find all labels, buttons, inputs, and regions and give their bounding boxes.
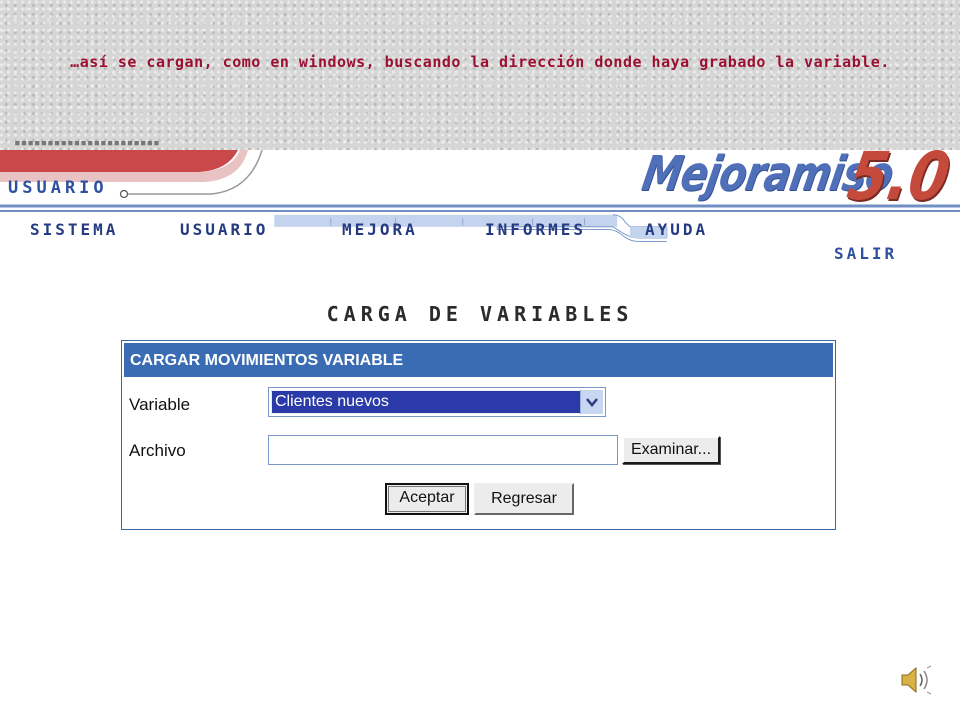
menu-sistema[interactable]: SISTEMA [30, 220, 118, 239]
form-header: CARGAR MOVIMIENTOS VARIABLE [124, 343, 833, 377]
menu-usuario[interactable]: USUARIO [180, 220, 268, 239]
file-path-input[interactable] [268, 435, 618, 465]
variable-select[interactable]: Clientes nuevos [268, 387, 606, 417]
caption-banner: …así se cargan, como en windows, buscand… [0, 0, 960, 150]
caption-text: …así se cargan, como en windows, buscand… [70, 53, 890, 71]
dropdown-button[interactable] [580, 390, 603, 414]
menu-informes[interactable]: INFORMES [485, 220, 586, 239]
page-title: CARGA DE VARIABLES [326, 302, 634, 326]
accept-button[interactable]: Aceptar [385, 483, 469, 515]
variable-label: Variable [129, 395, 191, 414]
section-label: USUARIO [8, 178, 108, 198]
chevron-down-icon [586, 398, 598, 407]
logo-version: 5.0 [842, 138, 956, 215]
menu-bar-background [274, 214, 668, 242]
menu-mejora[interactable]: MEJORA [342, 220, 418, 239]
back-button[interactable]: Regresar [474, 483, 574, 515]
speaker-icon[interactable] [898, 664, 934, 696]
menu-ayuda[interactable]: AYUDA [645, 220, 708, 239]
variable-selected-value: Clientes nuevos [271, 390, 582, 414]
load-variable-form: CARGAR MOVIMIENTOS VARIABLE Variable Cli… [121, 340, 836, 530]
file-label: Archivo [129, 441, 186, 460]
header-dotted-line: ▪▪▪▪▪▪▪▪▪▪▪▪▪▪▪▪▪▪▪▪▪▪ [14, 136, 160, 149]
exit-button[interactable]: SALIR [834, 244, 897, 263]
form-title: CARGAR MOVIMIENTOS VARIABLE [130, 352, 404, 369]
browse-button[interactable]: Examinar... [622, 436, 720, 464]
